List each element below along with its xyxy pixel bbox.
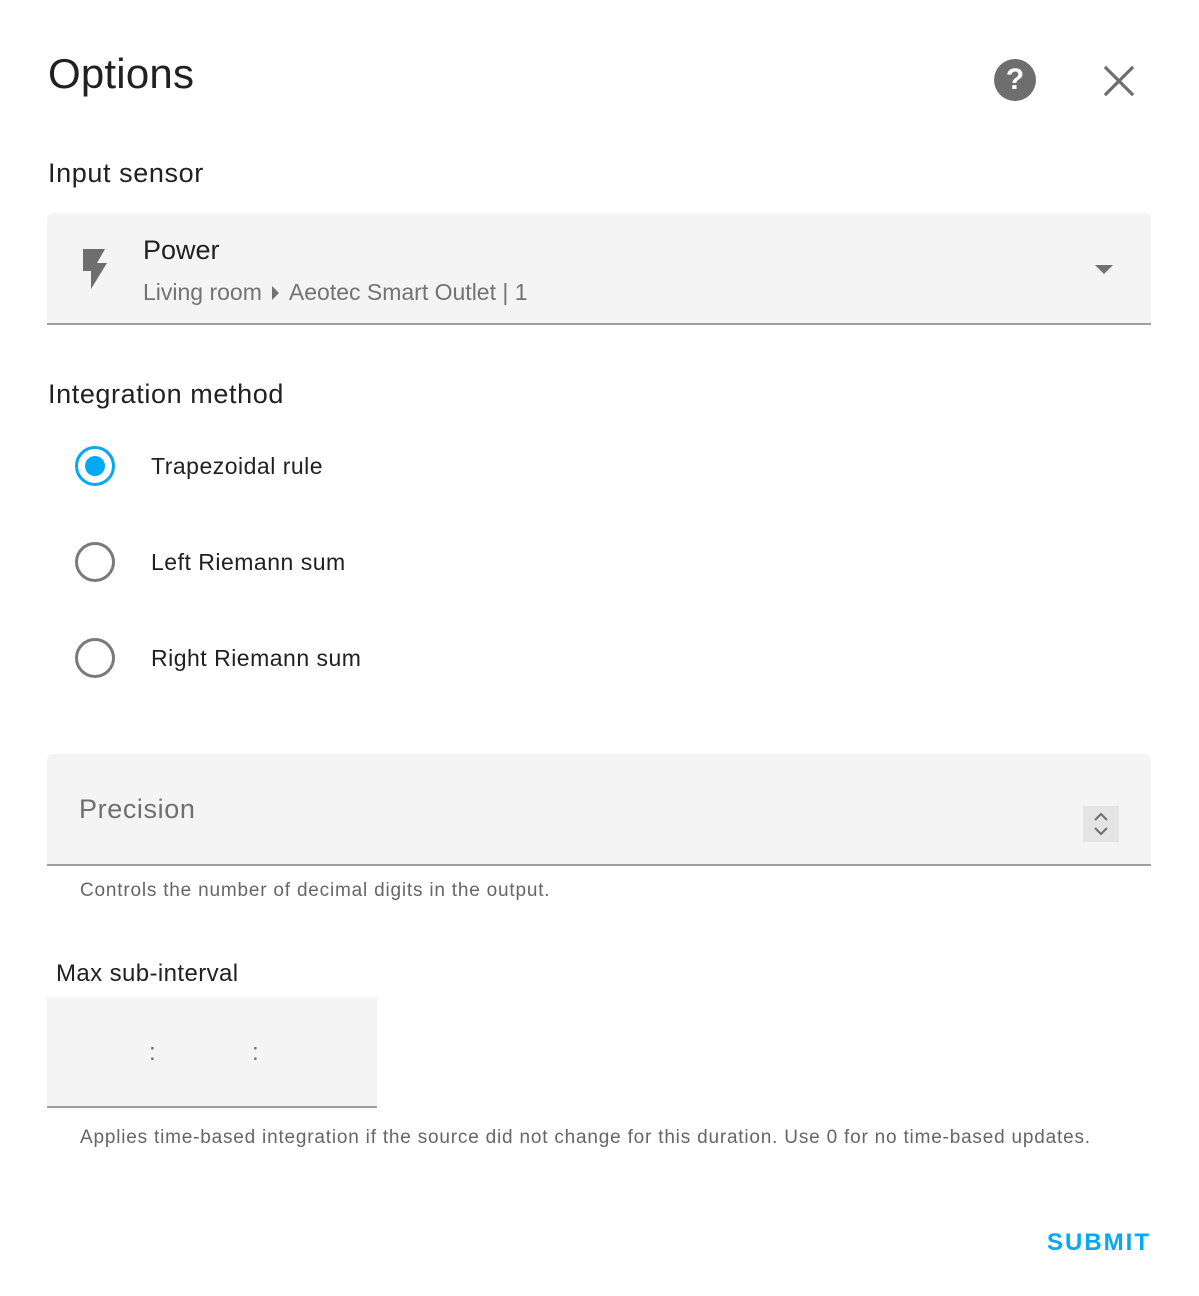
entity-name: Power [143, 235, 220, 265]
entity-device: Aeotec Smart Outlet | 1 [288, 279, 528, 305]
radio-label: Left Riemann sum [151, 548, 346, 575]
precision-placeholder: Precision [79, 794, 196, 824]
input-sensor-label: Input sensor [48, 158, 204, 188]
max-sub-interval-label: Max sub-interval [56, 960, 239, 987]
radio-label: Trapezoidal rule [151, 452, 324, 479]
precision-helper-text: Controls the number of decimal digits in… [80, 880, 551, 901]
chevron-right-icon [271, 285, 279, 300]
close-icon[interactable] [1098, 60, 1140, 102]
radio-label: Right Riemann sum [151, 644, 362, 671]
number-stepper[interactable] [1083, 806, 1119, 842]
dropdown-arrow-icon[interactable] [1095, 265, 1113, 274]
radio-button[interactable] [75, 638, 115, 678]
options-dialog: Options ? Input sensor Power Living room… [0, 0, 1199, 1296]
flash-icon [83, 249, 107, 289]
radio-option-trapezoidal[interactable]: Trapezoidal rule [75, 445, 323, 487]
entity-area: Living room [143, 279, 262, 305]
entity-context: Living room Aeotec Smart Outlet | 1 [143, 279, 528, 306]
radio-option-right-riemann[interactable]: Right Riemann sum [75, 637, 361, 679]
input-sensor-picker[interactable]: Power Living room Aeotec Smart Outlet | … [47, 213, 1151, 325]
integration-method-label: Integration method [48, 379, 284, 409]
time-separator: : [252, 1039, 259, 1066]
radio-button[interactable] [75, 542, 115, 582]
time-separator: : [149, 1039, 156, 1066]
max-sub-interval-helper-text: Applies time-based integration if the so… [80, 1127, 1091, 1148]
dialog-title: Options [48, 50, 195, 97]
radio-option-left-riemann[interactable]: Left Riemann sum [75, 541, 346, 583]
radio-button-checked[interactable] [75, 446, 115, 486]
duration-input[interactable]: : : [47, 997, 377, 1108]
help-icon[interactable]: ? [994, 59, 1036, 101]
submit-button[interactable]: SUBMIT [1047, 1229, 1151, 1257]
precision-input[interactable]: Precision [47, 754, 1151, 866]
stepper-arrows-icon [1094, 812, 1108, 836]
